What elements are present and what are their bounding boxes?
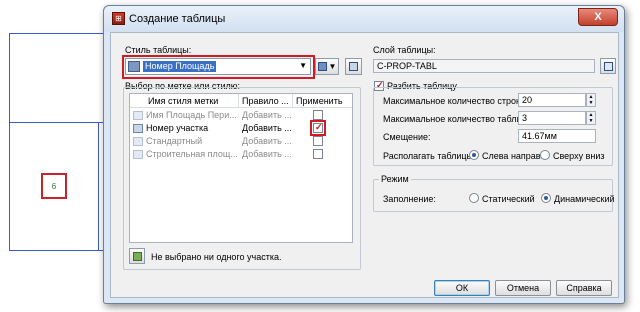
arrange-label: Располагать таблицы:	[383, 151, 476, 161]
ok-button[interactable]: ОК	[434, 280, 490, 296]
drawing-line-v2	[98, 122, 99, 251]
drawing-line-h3	[9, 250, 105, 251]
label-style-icon	[133, 124, 143, 133]
mode-group-label: Режим	[379, 174, 411, 184]
table-row[interactable]: Номер участка Добавить ...	[130, 120, 352, 136]
arrange-left-label: Слева направо	[482, 151, 546, 161]
selection-status: Не выбрано ни одного участка.	[151, 252, 282, 262]
table-style-label: Стиль таблицы:	[125, 45, 192, 55]
label-style-icon	[133, 137, 143, 146]
col-separator	[238, 94, 239, 108]
pick-icon	[349, 62, 358, 71]
fill-static-radio[interactable]	[469, 193, 479, 203]
edit-style-button[interactable]: ▼	[315, 58, 339, 75]
edit-style-icon	[317, 62, 327, 71]
fill-label: Заполнение:	[383, 194, 436, 204]
row-rule: Добавить ...	[242, 123, 292, 133]
col-header-apply[interactable]: Применить	[296, 96, 343, 106]
fill-dynamic-label: Динамический	[554, 194, 615, 204]
col-separator	[292, 94, 293, 108]
checkbox-highlight-box	[310, 120, 326, 136]
apply-checkbox[interactable]	[313, 149, 323, 159]
fill-dynamic-radio[interactable]	[541, 193, 551, 203]
row-name: Номер участка	[146, 123, 209, 133]
offset-label: Смещение:	[383, 132, 431, 142]
pick-style-button[interactable]	[345, 58, 362, 75]
row-name: Стандартный	[146, 136, 203, 146]
parcel-marker: 6	[41, 173, 67, 199]
select-parcels-button[interactable]	[129, 248, 145, 264]
title-bar[interactable]: ⊞ Создание таблицы X	[104, 6, 624, 32]
arrange-top-label: Сверху вниз	[553, 151, 605, 161]
max-rows-input[interactable]: 20	[518, 93, 586, 107]
col-header-name[interactable]: Имя стиля метки	[148, 96, 218, 106]
chevron-down-icon: ▼	[328, 62, 337, 71]
grid-header: Имя стиля метки Правило ... Применить	[130, 94, 352, 108]
table-create-icon: ⊞	[112, 12, 125, 25]
row-rule: Добавить ...	[242, 110, 292, 120]
table-layer-field[interactable]: C-PROP-TABL	[373, 59, 595, 73]
drawing-line-h2	[9, 122, 105, 123]
table-layer-label: Слой таблицы:	[373, 45, 436, 55]
max-rows-spinner[interactable]: ▲ ▼	[586, 93, 596, 107]
row-name: Строительная площ...	[146, 149, 238, 159]
arrange-left-radio[interactable]	[469, 150, 479, 160]
max-tables-input[interactable]: 3	[518, 111, 586, 125]
dialog-title: Создание таблицы	[129, 13, 226, 25]
create-table-dialog: ⊞ Создание таблицы X Стиль таблицы: Номе…	[103, 5, 625, 304]
label-style-icon	[133, 150, 143, 159]
arrange-top-radio[interactable]	[540, 150, 550, 160]
style-highlight-box	[122, 55, 315, 79]
layers-icon	[603, 61, 613, 71]
row-name: Имя Площадь Пери...	[146, 110, 237, 120]
drawing-line-h1	[9, 33, 105, 34]
label-style-icon	[133, 111, 143, 120]
row-rule: Добавить ...	[242, 136, 292, 146]
table-row[interactable]: Строительная площ... Добавить ...	[130, 148, 352, 161]
col-header-rule[interactable]: Правило ...	[242, 96, 289, 106]
row-rule: Добавить ...	[242, 149, 292, 159]
dialog-body: Стиль таблицы: Номер Площадь ▼ ▼ Выбор п…	[110, 32, 619, 298]
max-tables-spinner[interactable]: ▲ ▼	[586, 111, 596, 125]
drawing-line-v1	[9, 33, 10, 251]
parcel-select-icon	[132, 251, 142, 261]
parcel-marker-label: 6	[51, 181, 57, 191]
close-button[interactable]: X	[578, 8, 618, 26]
cancel-button[interactable]: Отмена	[495, 280, 551, 296]
layer-button[interactable]	[600, 58, 616, 74]
offset-input[interactable]: 41.67мм	[518, 129, 596, 143]
apply-checkbox[interactable]	[313, 136, 323, 146]
label-style-grid: Имя стиля метки Правило ... Применить Им…	[129, 93, 353, 243]
apply-checkbox[interactable]	[313, 110, 323, 120]
fill-static-label: Статический	[482, 194, 535, 204]
table-row[interactable]: Стандартный Добавить ...	[130, 135, 352, 148]
help-button[interactable]: Справка	[556, 280, 612, 296]
